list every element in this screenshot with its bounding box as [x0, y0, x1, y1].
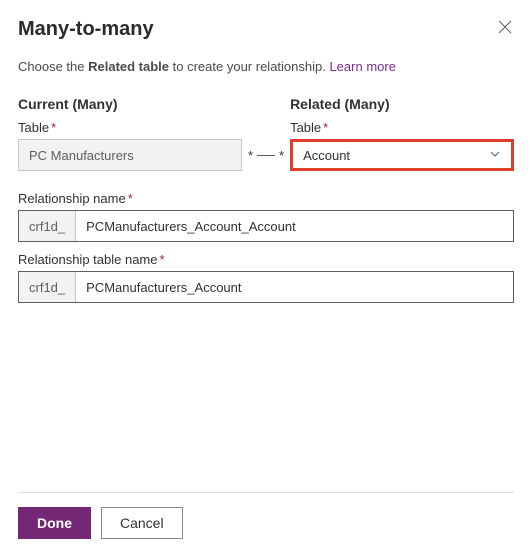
related-section-label: Related (Many)	[290, 96, 514, 112]
close-button[interactable]	[496, 18, 514, 40]
related-table-label: Table*	[290, 120, 514, 135]
relationship-name-label: Relationship name*	[18, 191, 514, 206]
relationship-table-name-input[interactable]	[76, 272, 513, 302]
related-table-value: Account	[303, 148, 350, 163]
related-table-dropdown[interactable]: Account	[290, 139, 514, 171]
cancel-button[interactable]: Cancel	[101, 507, 183, 539]
relationship-table-name-label: Relationship table name*	[18, 252, 514, 267]
close-icon	[498, 21, 512, 38]
dialog-title: Many-to-many	[18, 18, 154, 41]
done-button[interactable]: Done	[18, 507, 91, 539]
intro-text: Choose the Related table to create your …	[18, 59, 514, 74]
relationship-name-input[interactable]	[76, 211, 513, 241]
chevron-down-icon	[489, 148, 501, 163]
current-table-field: PC Manufacturers	[18, 139, 242, 171]
relationship-table-name-prefix: crf1d_	[19, 272, 76, 302]
current-table-label: Table*	[18, 120, 242, 135]
relation-connector: **	[242, 139, 290, 171]
relationship-name-prefix: crf1d_	[19, 211, 76, 241]
learn-more-link[interactable]: Learn more	[329, 59, 395, 74]
current-section-label: Current (Many)	[18, 96, 242, 112]
